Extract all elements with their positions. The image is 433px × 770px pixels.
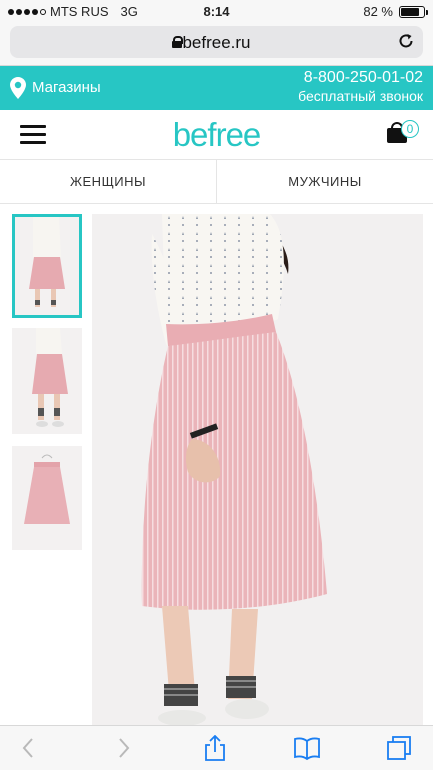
browser-address-area: befree.ru <box>0 22 433 66</box>
stores-link[interactable]: Магазины <box>32 79 101 96</box>
product-thumbnail[interactable] <box>12 214 82 318</box>
chevron-right-icon[interactable] <box>110 735 136 761</box>
site-header: befree 0 <box>0 110 433 160</box>
skirt-model-photo <box>92 214 423 725</box>
tab-men[interactable]: МУЖЧИНЫ <box>216 160 433 203</box>
tab-women[interactable]: ЖЕНЩИНЫ <box>0 160 216 203</box>
browser-toolbar <box>0 725 433 770</box>
share-icon[interactable] <box>202 735 228 761</box>
product-thumbnail[interactable] <box>12 328 82 434</box>
phone-note: бесплатный звонок <box>298 88 423 104</box>
phone-block[interactable]: 8-800-250-01-02 бесплатный звонок <box>298 69 423 105</box>
main-product-image[interactable] <box>92 214 423 725</box>
battery-percent: 82 % <box>363 4 393 19</box>
skirt-flat-photo-thumbnail <box>12 446 82 550</box>
skirt-model-photo-thumbnail <box>12 328 82 434</box>
product-thumbnail[interactable] <box>12 446 82 550</box>
tabs-icon[interactable] <box>386 735 412 761</box>
phone-number[interactable]: 8-800-250-01-02 <box>304 69 423 86</box>
gender-tabs: ЖЕНЩИНЫ МУЖЧИНЫ <box>0 160 433 204</box>
battery-icon <box>399 5 428 18</box>
reload-icon[interactable] <box>397 32 415 50</box>
cart-button[interactable]: 0 <box>387 120 421 146</box>
product-gallery <box>0 204 433 725</box>
bookmarks-icon[interactable] <box>294 735 320 761</box>
chevron-left-icon[interactable] <box>16 735 42 761</box>
address-bar[interactable]: befree.ru <box>10 26 423 58</box>
skirt-model-photo-thumbnail <box>15 217 79 315</box>
logo[interactable]: befree <box>0 116 433 154</box>
status-bar: MTS RUS 3G 8:14 82 % <box>0 0 433 22</box>
store-info-bar: Магазины 8-800-250-01-02 бесплатный звон… <box>0 66 433 110</box>
address-domain: befree.ru <box>182 33 251 52</box>
location-pin-icon[interactable] <box>10 77 26 99</box>
cart-count-badge: 0 <box>401 120 419 138</box>
